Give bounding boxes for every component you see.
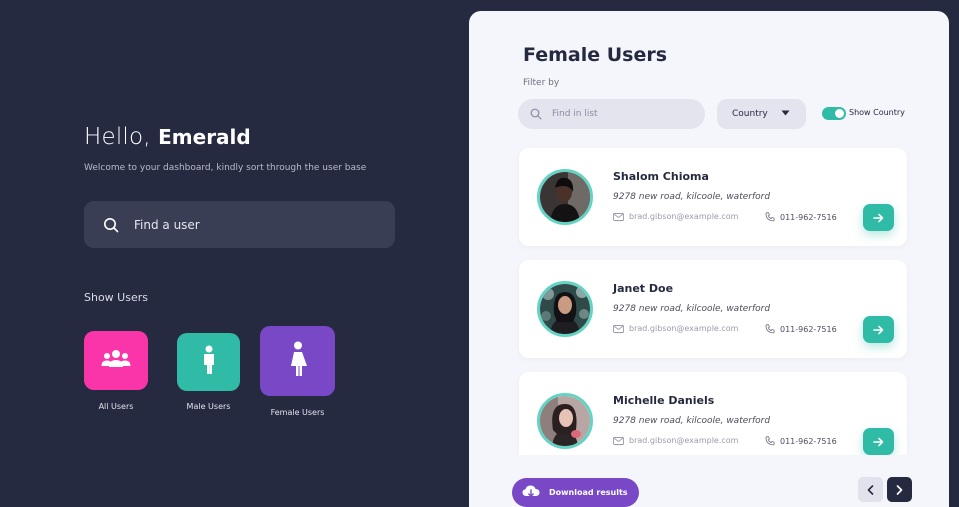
user-phone: 011-962-7516	[765, 212, 837, 222]
user-email: brad.gibson@example.com	[613, 324, 738, 333]
user-email: brad.gibson@example.com	[613, 436, 738, 445]
user-name: Janet Doe	[613, 282, 674, 295]
caret-down-icon	[781, 109, 790, 119]
user-name: Shalom Chioma	[613, 170, 709, 183]
left-panel: Hello, Emerald Welcome to your dashboard…	[0, 0, 469, 507]
greeting: Hello, Emerald	[84, 124, 251, 150]
user-search-input[interactable]: Find a user	[84, 201, 395, 248]
download-results-button[interactable]: Download results	[512, 478, 639, 507]
user-phone-text: 011-962-7516	[780, 212, 837, 222]
user-email: brad.gibson@example.com	[613, 212, 738, 221]
avatar	[537, 393, 593, 449]
user-phone: 011-962-7516	[765, 436, 837, 446]
next-page-button[interactable]	[887, 477, 912, 502]
avatar	[537, 169, 593, 225]
user-card: Shalom Chioma 9278 new road, kilcoole, w…	[519, 148, 907, 246]
female-user-icon	[289, 341, 307, 381]
user-search-placeholder: Find a user	[134, 217, 200, 232]
show-users-heading: Show Users	[84, 291, 148, 304]
phone-icon	[765, 212, 775, 222]
users-panel: Female Users Filter by Find in list Coun…	[469, 11, 949, 507]
greeting-name: Emerald	[158, 125, 251, 149]
user-address: 9278 new road, kilcoole, waterford	[613, 304, 771, 314]
users-group-icon	[101, 348, 131, 374]
phone-icon	[765, 436, 775, 446]
search-icon	[102, 216, 120, 234]
user-address: 9278 new road, kilcoole, waterford	[613, 192, 771, 202]
view-user-button[interactable]	[863, 204, 894, 231]
user-email-text: brad.gibson@example.com	[629, 212, 739, 221]
list-search-placeholder: Find in list	[552, 109, 598, 119]
filter-label: Filter by	[523, 78, 560, 88]
chevron-left-icon	[867, 480, 874, 499]
arrow-right-icon	[873, 320, 884, 339]
user-card: Janet Doe 9278 new road, kilcoole, water…	[519, 260, 907, 358]
page-title: Female Users	[523, 44, 668, 66]
show-country-toggle[interactable]	[822, 107, 846, 120]
all-users-label: All Users	[98, 402, 134, 411]
arrow-right-icon	[873, 208, 884, 227]
country-select-value: Country	[732, 109, 768, 119]
mail-icon	[613, 324, 624, 333]
user-address: 9278 new road, kilcoole, waterford	[613, 416, 771, 426]
view-user-button[interactable]	[863, 316, 894, 343]
welcome-text: Welcome to your dashboard, kindly sort t…	[84, 163, 367, 173]
male-users-button[interactable]	[177, 333, 240, 391]
avatar	[537, 281, 593, 337]
phone-icon	[765, 324, 775, 334]
greeting-hello: Hello,	[84, 124, 151, 150]
user-phone-text: 011-962-7516	[780, 324, 837, 334]
search-icon	[530, 108, 542, 120]
view-user-button[interactable]	[863, 428, 894, 455]
chevron-right-icon	[896, 480, 903, 499]
user-phone: 011-962-7516	[765, 324, 837, 334]
user-email-text: brad.gibson@example.com	[629, 324, 739, 333]
female-users-button[interactable]	[260, 326, 335, 396]
mail-icon	[613, 436, 624, 445]
male-users-label: Male Users	[186, 402, 231, 411]
all-users-button[interactable]	[84, 331, 148, 390]
list-search-input[interactable]: Find in list	[518, 99, 705, 129]
toggle-knob	[835, 109, 844, 118]
female-users-label: Female Users	[270, 408, 325, 417]
male-user-icon	[202, 345, 216, 379]
user-name: Michelle Daniels	[613, 394, 715, 407]
prev-page-button[interactable]	[858, 477, 883, 502]
mail-icon	[613, 212, 624, 221]
user-phone-text: 011-962-7516	[780, 436, 837, 446]
country-select[interactable]: Country	[717, 99, 806, 129]
user-email-text: brad.gibson@example.com	[629, 436, 739, 445]
arrow-right-icon	[873, 432, 884, 451]
cloud-download-icon	[522, 485, 540, 501]
download-results-label: Download results	[549, 488, 628, 497]
show-country-label: Show Country	[849, 108, 905, 117]
